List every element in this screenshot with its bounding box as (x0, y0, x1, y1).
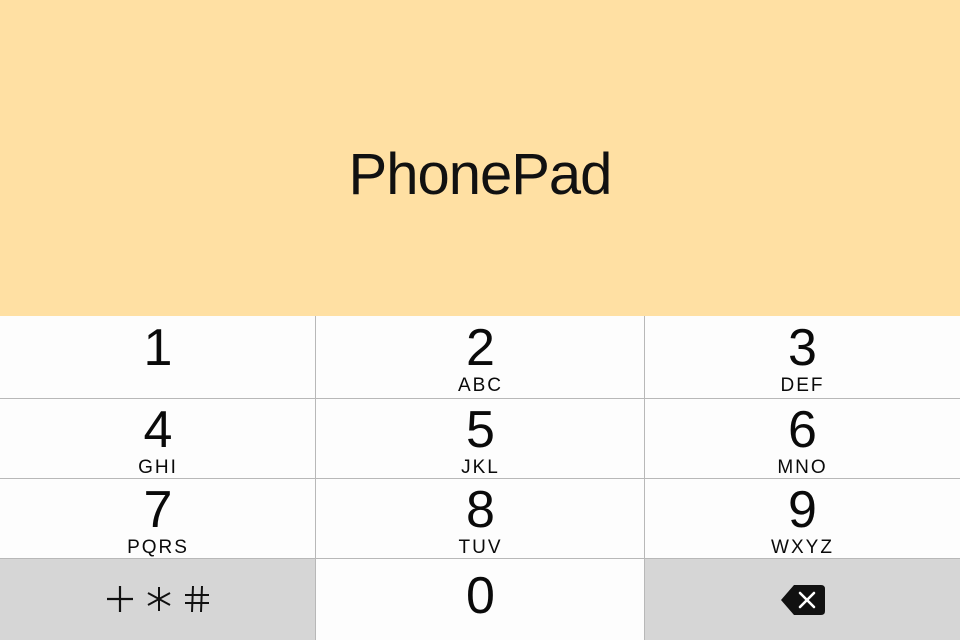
key-4[interactable]: 4 GHI (0, 398, 316, 478)
key-letters: WXYZ (771, 537, 834, 558)
key-letters: PQRS (127, 537, 189, 558)
key-3[interactable]: 3 DEF (645, 316, 960, 398)
key-6[interactable]: 6 MNO (645, 398, 960, 478)
key-digit: 7 (143, 481, 173, 539)
key-letters: DEF (780, 375, 825, 396)
key-digit: 3 (788, 319, 817, 377)
key-letters: JKL (461, 457, 500, 478)
divider (644, 316, 645, 640)
key-0[interactable]: 0 (316, 558, 645, 640)
key-1[interactable]: 1 (0, 316, 316, 398)
key-2[interactable]: 2 ABC (316, 316, 645, 398)
key-digit: 1 (143, 319, 173, 377)
divider (315, 316, 316, 640)
divider (0, 478, 960, 479)
key-digit: 5 (466, 401, 495, 459)
key-5[interactable]: 5 JKL (316, 398, 645, 478)
app-title: PhonePad (348, 141, 613, 207)
key-9[interactable]: 9 WXYZ (645, 478, 960, 558)
delete-key[interactable] (645, 558, 960, 640)
key-digit: 2 (466, 319, 495, 377)
symbols-group (105, 584, 211, 614)
plus-icon (107, 586, 133, 612)
key-8[interactable]: 8 TUV (316, 478, 645, 558)
header-banner: PhonePad (0, 0, 960, 316)
hash-icon (185, 585, 209, 613)
dial-keypad: 1 2 ABC 3 DEF 4 GHI 5 JKL 6 MNO 7 PQRS 8… (0, 316, 960, 640)
divider (0, 558, 960, 559)
key-digit: 8 (466, 481, 495, 539)
key-letters: TUV (458, 537, 503, 558)
key-digit: 0 (466, 567, 495, 625)
key-letters: GHI (138, 457, 178, 478)
key-digit: 6 (788, 401, 817, 459)
key-letters: MNO (777, 457, 828, 478)
key-letters: ABC (457, 375, 504, 396)
phone-screen: PhonePad 1 2 ABC 3 DEF 4 GHI 5 JKL 6 MNO (0, 0, 960, 640)
key-7[interactable]: 7 PQRS (0, 478, 316, 558)
symbols-key[interactable] (0, 558, 316, 640)
key-digit: 9 (788, 481, 817, 539)
key-digit: 4 (143, 401, 173, 459)
asterisk-icon (147, 587, 171, 611)
backspace-icon (780, 585, 825, 615)
divider (0, 398, 960, 399)
